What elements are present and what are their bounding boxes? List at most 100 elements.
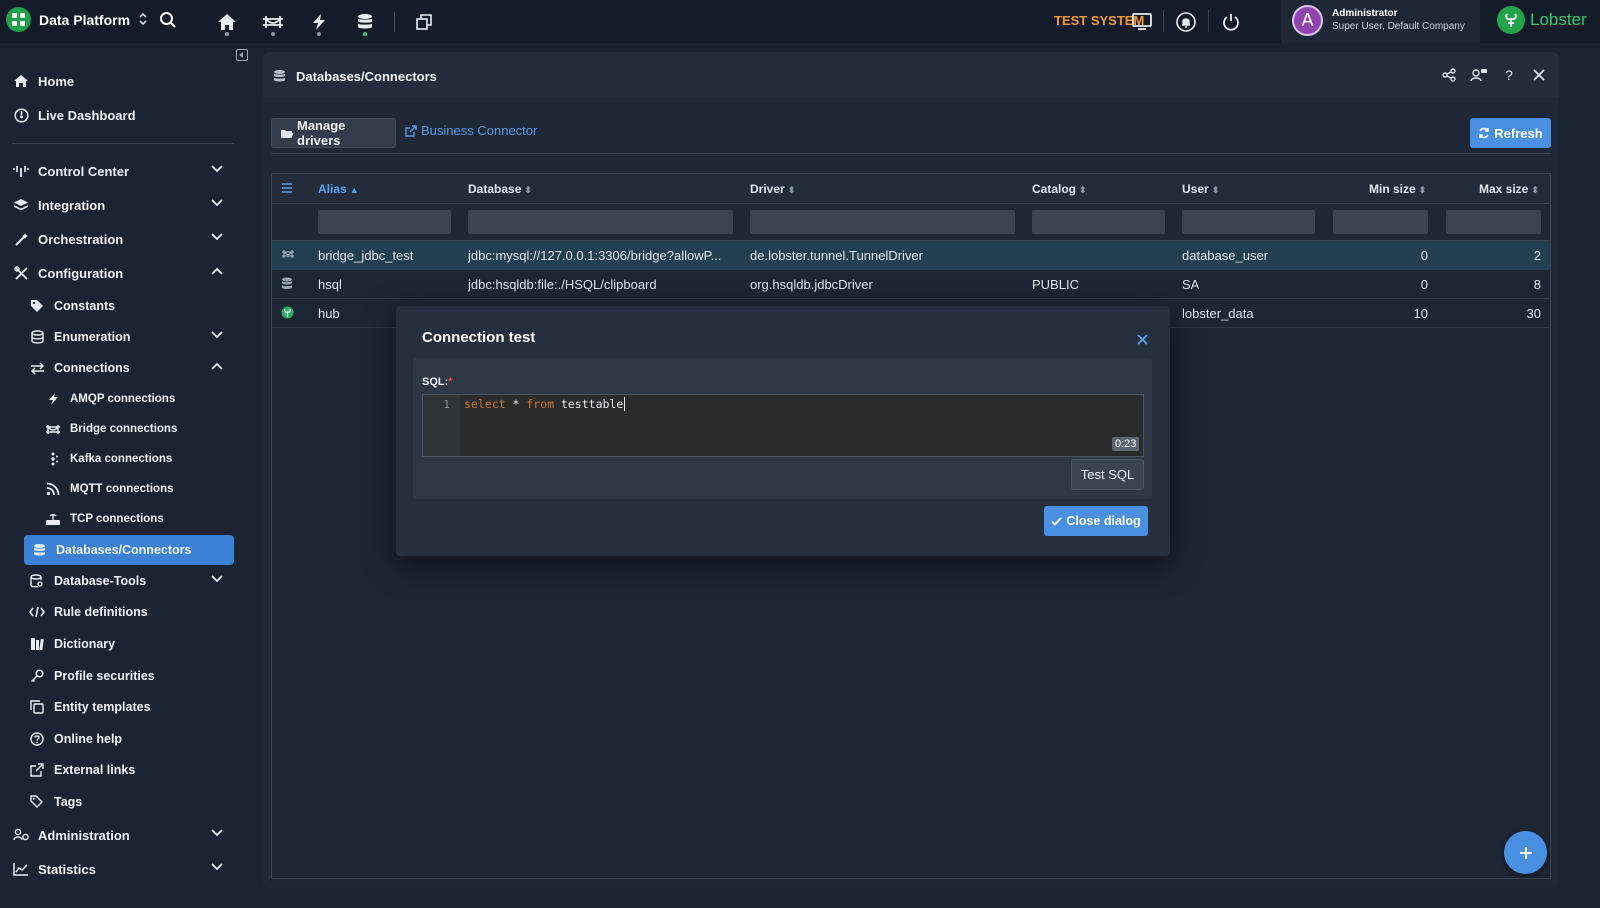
column-label: Min size xyxy=(1369,182,1416,196)
code-operator: * xyxy=(505,397,527,411)
refresh-button[interactable]: Refresh xyxy=(1470,118,1551,148)
column-header-alias[interactable]: Alias ▲ xyxy=(318,182,359,196)
sidebar-item-integration[interactable]: Integration xyxy=(12,190,237,220)
refresh-label: Refresh xyxy=(1494,125,1543,141)
column-header-driver[interactable]: Driver ⬍ xyxy=(750,182,795,196)
sidebar-item-databases-connectors[interactable]: Databases/Connectors xyxy=(24,535,234,565)
top-divider xyxy=(1208,10,1209,32)
sidebar-item-external-links[interactable]: External links xyxy=(28,755,237,785)
sidebar-item-database-tools[interactable]: Database-Tools xyxy=(28,566,237,596)
sidebar-item-tcp-connections[interactable]: TCP connections xyxy=(44,504,234,534)
sidebar-item-connections[interactable]: Connections xyxy=(28,353,237,383)
home-icon xyxy=(218,13,236,30)
close-icon[interactable] xyxy=(1137,330,1148,350)
sidebar-item-tags[interactable]: Tags xyxy=(28,787,237,817)
sidebar-item-live-dashboard[interactable]: Live Dashboard xyxy=(12,100,237,130)
column-menu-icon[interactable] xyxy=(281,182,293,196)
sidebar-item-amqp-connections[interactable]: AMQP connections xyxy=(44,384,234,414)
close-dialog-label: Close dialog xyxy=(1066,514,1141,528)
share-icon[interactable] xyxy=(1440,66,1458,84)
cell-max-size: 30 xyxy=(1526,306,1541,321)
cell-user: database_user xyxy=(1182,248,1269,263)
chevron-down-icon xyxy=(211,331,223,339)
chevron-down-icon xyxy=(211,575,223,583)
business-connector-link[interactable]: Business Connector xyxy=(405,123,537,138)
sidebar-item-entity-templates[interactable]: Entity templates xyxy=(28,692,237,722)
add-connector-button[interactable] xyxy=(1504,831,1547,874)
monitor-icon[interactable] xyxy=(1130,10,1154,34)
search-icon[interactable] xyxy=(159,11,179,31)
sidebar-item-rule-definitions[interactable]: Rule definitions xyxy=(28,597,237,627)
sidebar-item-statistics[interactable]: Statistics xyxy=(12,854,237,884)
nav-events-button[interactable] xyxy=(296,0,342,43)
sql-editor[interactable]: 1 select * from testtable 0:23 xyxy=(422,394,1144,457)
sidebar-item-kafka-connections[interactable]: Kafka connections xyxy=(44,444,234,474)
filter-alias-input[interactable] xyxy=(318,210,451,234)
filter-min-size-input[interactable] xyxy=(1333,210,1428,234)
panel-header: Databases/Connectors ? xyxy=(263,52,1559,98)
sidebar-item-orchestration[interactable]: Orchestration xyxy=(12,224,237,254)
column-header-user[interactable]: User ⬍ xyxy=(1182,182,1219,196)
database-icon xyxy=(281,277,295,291)
sidebar-item-constants[interactable]: Constants xyxy=(28,291,237,321)
nav-database-button[interactable] xyxy=(342,0,388,43)
sidebar-item-mqtt-connections[interactable]: MQTT connections xyxy=(44,474,234,504)
sidebar-item-profile-securities[interactable]: Profile securities xyxy=(28,661,237,691)
collapse-sidebar-icon[interactable] xyxy=(236,49,248,61)
close-icon[interactable] xyxy=(1530,66,1548,84)
column-header-catalog[interactable]: Catalog ⬍ xyxy=(1032,182,1087,196)
external-link-icon xyxy=(405,124,417,137)
user-menu[interactable]: A Administrator Super User, Default Comp… xyxy=(1281,0,1480,43)
magic-wand-icon xyxy=(12,231,30,247)
chevron-up-icon xyxy=(211,362,223,370)
table-row[interactable]: bridge_jdbc_test jdbc:mysql://127.0.0.1:… xyxy=(272,241,1550,270)
sidebar-item-label: Configuration xyxy=(38,265,124,281)
sidebar-item-label: Home xyxy=(38,73,75,89)
database-icon xyxy=(273,69,286,86)
nav-indicator xyxy=(225,32,229,36)
rss-icon xyxy=(44,481,62,497)
sidebar-item-bridge-connections[interactable]: Bridge connections xyxy=(44,414,234,444)
filter-max-size-input[interactable] xyxy=(1446,210,1541,234)
sidebar-item-configuration[interactable]: Configuration xyxy=(12,258,237,288)
column-header-max-size[interactable]: Max size ⬍ xyxy=(1479,182,1539,196)
swap-arrows-icon xyxy=(28,360,46,376)
dialog-body: SQL:* 1 select * from testtable 0:23 Tes… xyxy=(413,358,1152,499)
nav-bridge-button[interactable] xyxy=(250,0,296,43)
sql-label: SQL:* xyxy=(422,376,453,388)
close-dialog-button[interactable]: Close dialog xyxy=(1044,506,1148,536)
sidebar-item-label: Live Dashboard xyxy=(38,107,136,123)
table-row[interactable]: hsql jdbc:hsqldb:file:./HSQL/clipboard o… xyxy=(272,270,1550,299)
nav-indicator xyxy=(271,32,275,36)
sidebar-item-home[interactable]: Home xyxy=(12,66,237,96)
sidebar-item-label: Online help xyxy=(54,732,123,746)
cell-driver: de.lobster.tunnel.TunnelDriver xyxy=(750,248,923,263)
check-icon xyxy=(1051,516,1062,526)
sidebar-item-control-center[interactable]: Control Center xyxy=(12,156,237,186)
sidebar-item-online-help[interactable]: Online help xyxy=(28,724,237,754)
sidebar-item-dictionary[interactable]: Dictionary xyxy=(28,629,237,659)
sidebar-item-label: Dictionary xyxy=(54,637,116,651)
column-header-min-size[interactable]: Min size ⬍ xyxy=(1369,182,1426,196)
filter-user-input[interactable] xyxy=(1182,210,1315,234)
column-header-database[interactable]: Database ⬍ xyxy=(468,182,532,196)
sidebar-item-label: Constants xyxy=(54,299,116,313)
nav-home-button[interactable] xyxy=(204,0,250,43)
sidebar-item-administration[interactable]: Administration xyxy=(12,820,237,850)
nav-windows-button[interactable] xyxy=(401,0,447,43)
user-chat-icon[interactable] xyxy=(1470,66,1488,84)
cell-min-size: 10 xyxy=(1413,306,1428,321)
notifications-bell-icon[interactable] xyxy=(1174,10,1198,34)
test-sql-button[interactable]: Test SQL xyxy=(1071,459,1144,490)
app-switcher[interactable]: Data Platform xyxy=(6,7,148,32)
sidebar-item-enumeration[interactable]: Enumeration xyxy=(28,322,237,352)
filter-catalog-input[interactable] xyxy=(1032,210,1165,234)
top-divider xyxy=(1163,10,1164,32)
power-icon[interactable] xyxy=(1219,10,1243,34)
filter-driver-input[interactable] xyxy=(750,210,1015,234)
manage-drivers-button[interactable]: Manage drivers xyxy=(271,118,396,148)
help-icon[interactable]: ? xyxy=(1500,66,1518,84)
top-nav xyxy=(204,0,447,43)
filter-database-input[interactable] xyxy=(468,210,733,234)
code-keyword: select xyxy=(464,397,506,411)
